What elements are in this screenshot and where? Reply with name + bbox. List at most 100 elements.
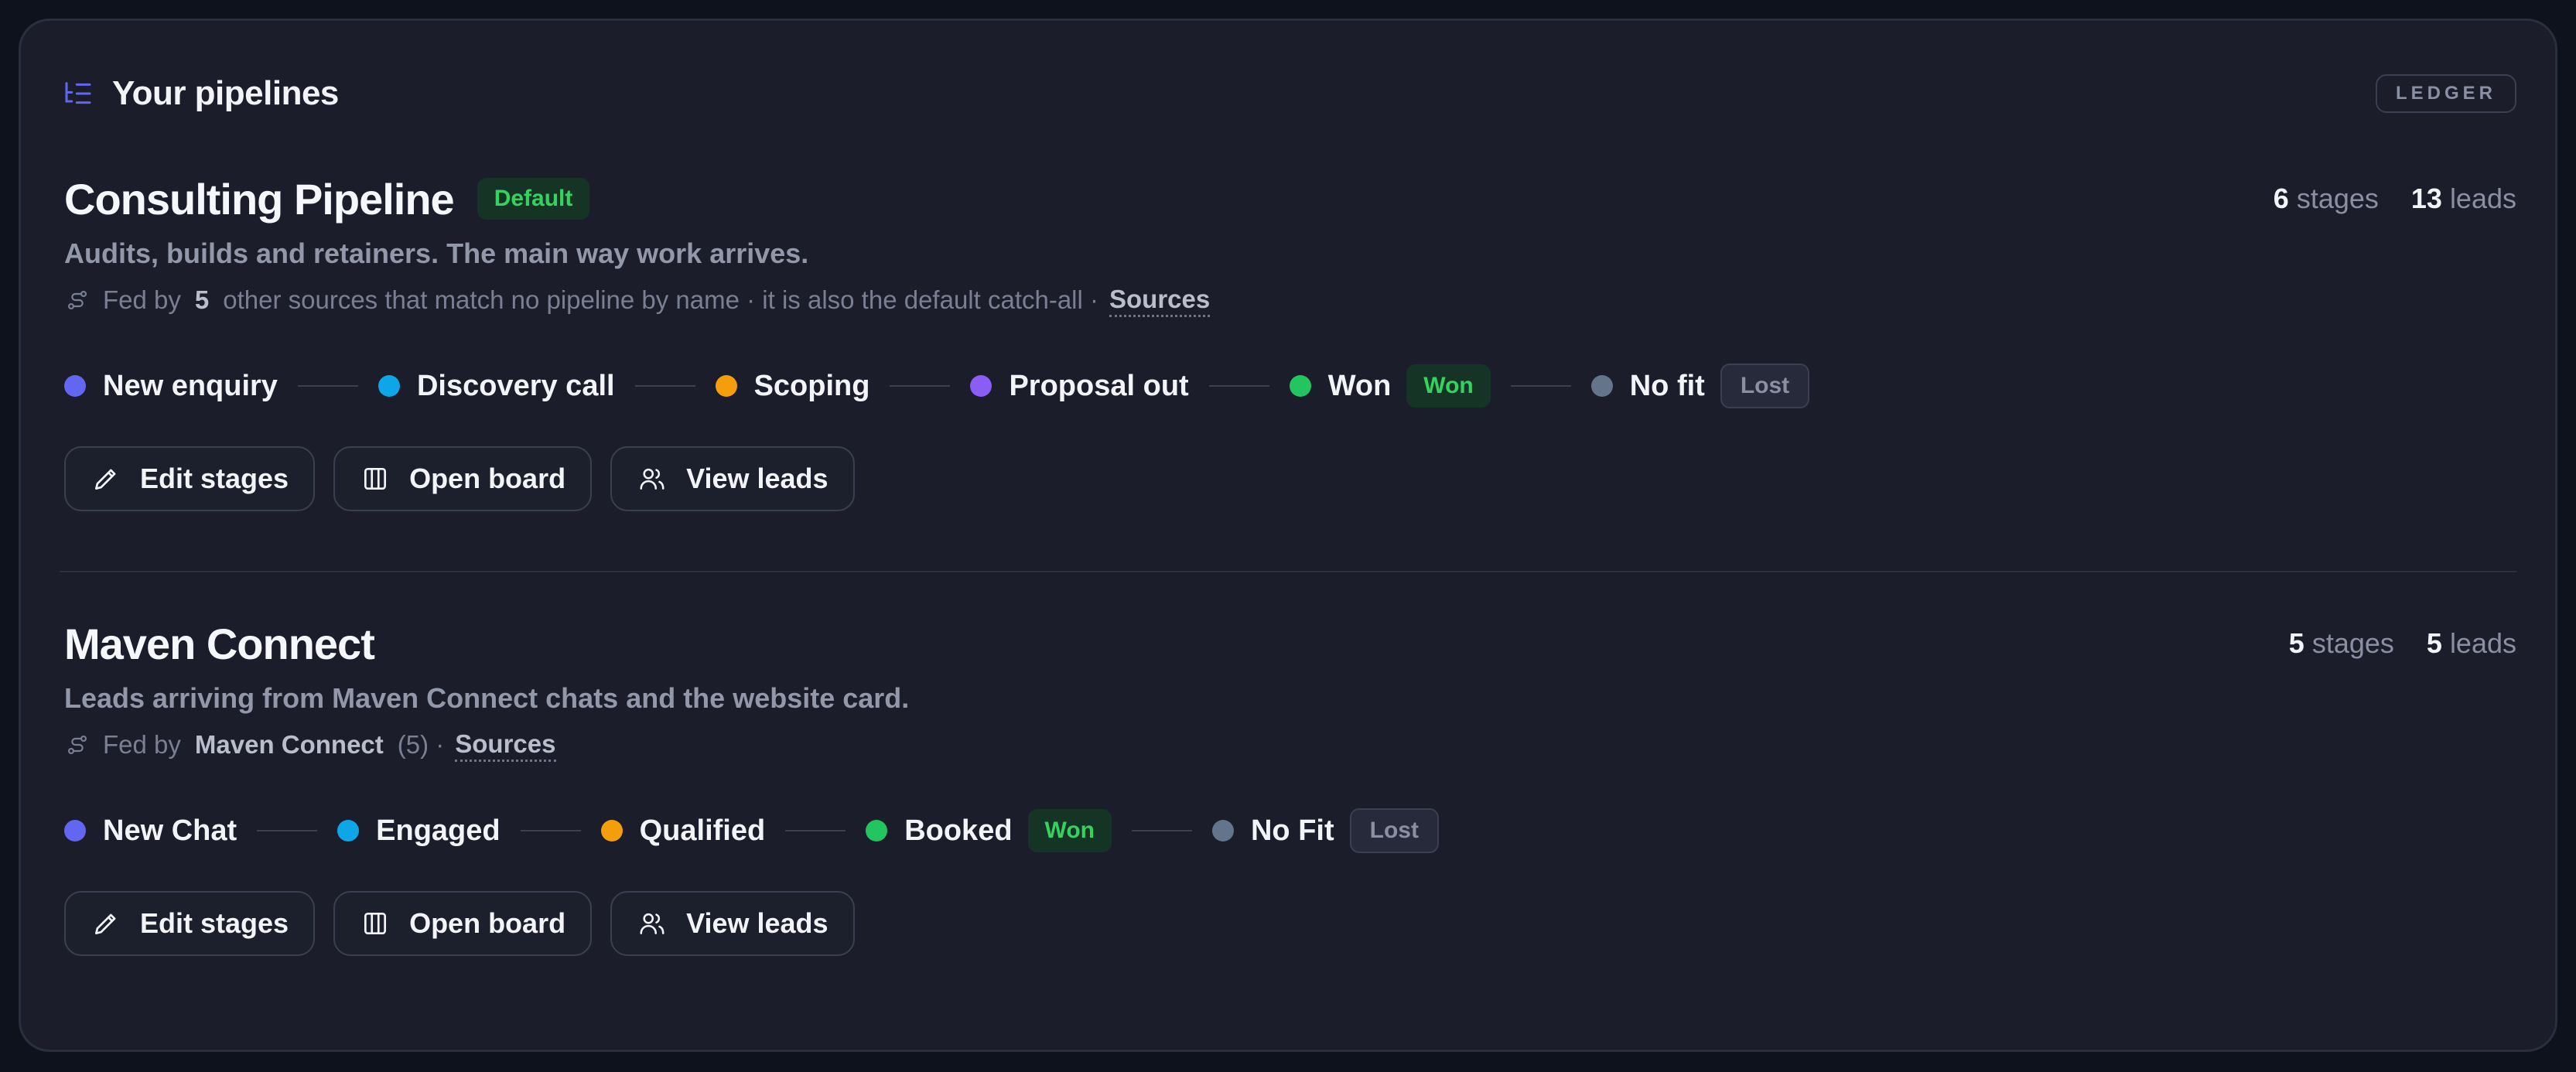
stage-item: Qualified [600, 814, 766, 848]
stage-connector [785, 830, 846, 831]
pipeline-card-consulting: Consulting Pipeline Default 6 stages 13 le… [64, 168, 2516, 511]
open-board-label: Open board [409, 463, 566, 494]
stages-stat: 5 stages [2289, 627, 2394, 660]
stage-name: Scoping [753, 369, 870, 402]
stage-name: No fit [1629, 369, 1705, 402]
stage-name: Qualified [639, 814, 766, 847]
pipeline-stats: 5 stages 5 leads [2289, 627, 2516, 660]
pencil-icon [91, 908, 121, 939]
stage-dot [337, 820, 360, 842]
open-board-button[interactable]: Open board [333, 446, 593, 511]
open-board-label: Open board [409, 907, 566, 939]
stage-item: Discovery call [378, 370, 615, 403]
leads-label: leads [2449, 627, 2516, 659]
stages-count: 6 [2273, 183, 2289, 214]
pipeline-description: Audits, builds and retainers. The main w… [64, 237, 809, 269]
edit-stages-label: Edit stages [140, 463, 289, 494]
pipeline-stats: 6 stages 13 leads [2274, 183, 2516, 215]
stages-label: stages [2296, 183, 2379, 214]
stage-dot [600, 820, 623, 842]
fed-by-label: Fed by [103, 730, 181, 759]
stages-row: New Chat Engaged Qualified Booked Won No … [64, 806, 2516, 855]
actions-row: Edit stages Open board View leads [64, 891, 2516, 956]
stage-item: New Chat [64, 814, 237, 848]
stage-name: Proposal out [1009, 369, 1189, 402]
actions-row: Edit stages Open board View leads [64, 446, 2516, 511]
stage-connector [520, 830, 581, 831]
leads-stat: 5 leads [2427, 627, 2516, 660]
stage-dot [64, 820, 86, 842]
sources-link[interactable]: Sources [455, 729, 556, 762]
stage-name: Engaged [376, 814, 501, 847]
edit-stages-label: Edit stages [140, 907, 289, 939]
pipeline-title-row: Consulting Pipeline Default 6 stages 13 le… [64, 168, 2516, 230]
stage-name: No Fit [1250, 814, 1334, 847]
leads-count: 13 [2410, 183, 2442, 214]
pipeline-title: Consulting Pipeline [64, 174, 455, 224]
stage-item: Proposal out [970, 369, 1189, 403]
stage-item: No fit Lost [1590, 364, 1810, 408]
stage-dot [866, 820, 888, 842]
columns-icon [360, 463, 391, 494]
leads-stat: 13 leads [2411, 183, 2516, 215]
route-icon [64, 732, 91, 758]
pipelines-panel: Your pipelines LEDGER Consulting Pipelin… [19, 19, 2557, 1052]
edit-stages-button[interactable]: Edit stages [64, 446, 316, 511]
edit-stages-button[interactable]: Edit stages [64, 891, 316, 956]
view-leads-button[interactable]: View leads [610, 446, 855, 511]
stages-row: New enquiry Discovery call Scoping Propo… [64, 361, 2516, 411]
sources-link[interactable]: Sources [1109, 284, 1211, 317]
stage-item: Won Won [1289, 364, 1491, 408]
pipeline-card-maven-connect: Maven Connect 5 stages 5 leads Leads arriv… [64, 613, 2516, 956]
stage-dot [378, 375, 400, 397]
fed-by-label: Fed by [103, 285, 181, 314]
users-icon [637, 908, 668, 939]
stage-connector [257, 830, 318, 831]
pipeline-title-row: Maven Connect 5 stages 5 leads [64, 613, 2516, 674]
stage-item: Booked Won [866, 809, 1112, 852]
stage-connector [297, 385, 358, 387]
fed-by-source-count: 5 [194, 285, 210, 314]
stage-item: No Fit Lost [1211, 808, 1439, 853]
stages-label: stages [2311, 627, 2394, 659]
lost-tag: Lost [1349, 808, 1439, 853]
stage-name: New enquiry [103, 369, 278, 402]
stage-dot [1590, 375, 1613, 397]
default-badge: Default [477, 178, 590, 220]
pipeline-divider [60, 571, 2516, 572]
ledger-badge: LEDGER [2375, 74, 2516, 113]
view-leads-button[interactable]: View leads [610, 891, 855, 956]
stage-connector [890, 385, 951, 387]
stage-connector [1510, 385, 1571, 387]
stage-item: New enquiry [64, 370, 278, 403]
won-tag: Won [1027, 809, 1112, 852]
stages-stat: 6 stages [2274, 183, 2379, 215]
stage-item: Engaged [337, 814, 501, 848]
page-title: Your pipelines [112, 74, 339, 112]
pipeline-title: Maven Connect [64, 619, 375, 668]
columns-icon [360, 908, 391, 939]
pipeline-description: Leads arriving from Maven Connect chats … [64, 682, 910, 714]
pencil-icon [91, 463, 121, 494]
stage-dot [1211, 820, 1234, 842]
stage-name: Booked [904, 814, 1013, 847]
stage-dot [1289, 375, 1311, 397]
panel-header: Your pipelines LEDGER [61, 55, 2516, 132]
stages-count: 5 [2288, 627, 2304, 659]
fed-by-source-name: Maven Connect [194, 730, 384, 759]
leads-count: 5 [2426, 627, 2442, 659]
stage-name: New Chat [103, 814, 237, 847]
view-leads-label: View leads [686, 907, 828, 939]
stage-connector [1131, 830, 1192, 831]
stage-dot [64, 375, 86, 397]
route-icon [64, 287, 91, 313]
lost-tag: Lost [1720, 364, 1810, 408]
view-leads-label: View leads [686, 463, 828, 494]
users-icon [637, 463, 668, 494]
fed-by-source-count: (5) · [397, 730, 445, 759]
list-tree-icon [61, 77, 95, 111]
stage-name: Discovery call [416, 369, 615, 402]
open-board-button[interactable]: Open board [333, 891, 593, 956]
stage-dot [715, 375, 737, 397]
stage-connector [1208, 385, 1269, 387]
